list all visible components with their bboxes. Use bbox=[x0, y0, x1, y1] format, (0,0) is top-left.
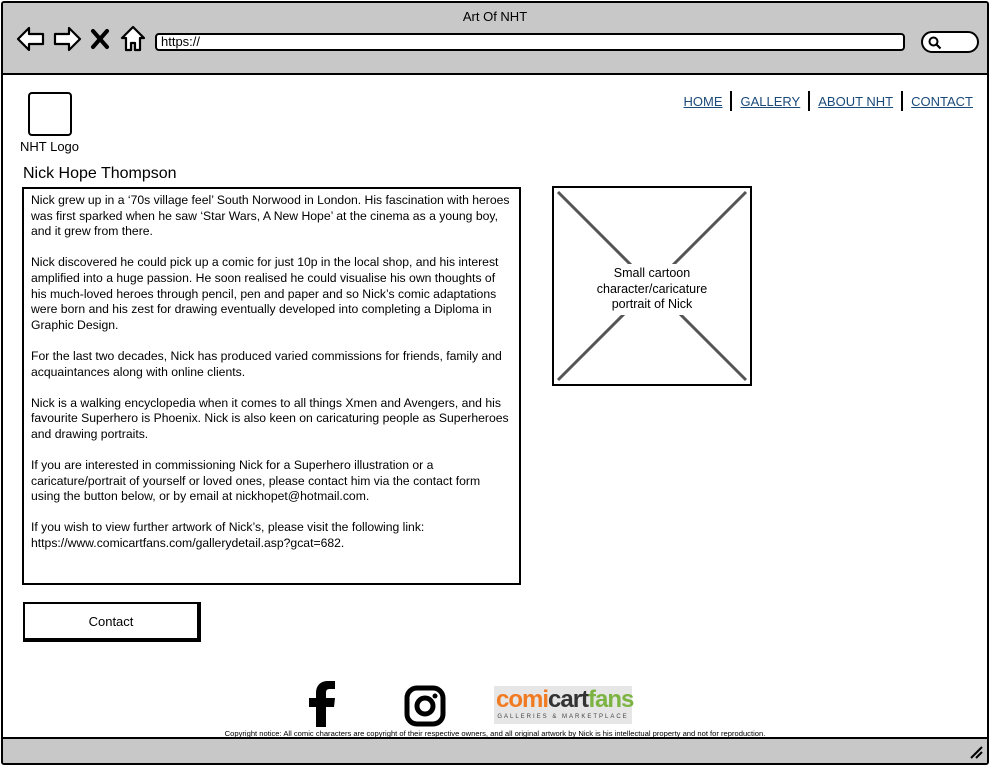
address-bar[interactable]: https:// bbox=[155, 33, 905, 51]
contact-button[interactable]: Contact bbox=[23, 602, 201, 642]
forward-icon[interactable] bbox=[51, 23, 83, 55]
search-box[interactable] bbox=[921, 31, 979, 53]
bio-text-panel: Nick grew up in a ‘70s village feel’ Sou… bbox=[22, 187, 521, 585]
browser-chrome: Art Of NHT https:// bbox=[3, 3, 987, 75]
bio-paragraph: If you wish to view further artwork of N… bbox=[31, 520, 425, 551]
main-nav: HOME GALLERY ABOUT NHT CONTACT bbox=[675, 91, 981, 111]
close-icon[interactable] bbox=[89, 23, 111, 55]
instagram-icon[interactable] bbox=[404, 685, 446, 732]
portrait-caption: Small cartoon character/caricature portr… bbox=[584, 264, 720, 315]
logo-label: NHT Logo bbox=[20, 139, 80, 154]
home-icon[interactable] bbox=[117, 23, 149, 55]
facebook-icon[interactable] bbox=[305, 681, 339, 732]
nav-contact[interactable]: CONTACT bbox=[903, 94, 981, 109]
browser-window: Art Of NHT https:// NHT Logo HOME GALLER… bbox=[1, 1, 989, 765]
search-icon bbox=[928, 36, 942, 50]
comicartfans-logo[interactable]: comicartfans GALLERIES & MARKETPLACE bbox=[494, 686, 634, 724]
status-bar bbox=[3, 737, 987, 763]
page-title: Nick Hope Thompson bbox=[23, 165, 177, 182]
comicartfans-tagline: GALLERIES & MARKETPLACE bbox=[497, 714, 629, 720]
window-title: Art Of NHT bbox=[462, 9, 528, 24]
bio-paragraph: If you are interested in commissioning N… bbox=[31, 458, 481, 504]
bio-paragraph: Nick grew up in a ‘70s village feel’ Sou… bbox=[31, 193, 510, 239]
comicartfans-wordmark: comicartfans bbox=[496, 686, 634, 713]
nav-about[interactable]: ABOUT NHT bbox=[810, 94, 901, 109]
nav-home[interactable]: HOME bbox=[675, 94, 730, 109]
resize-grip-icon[interactable] bbox=[969, 745, 983, 759]
bio-paragraph: For the last two decades, Nick has produ… bbox=[31, 348, 502, 379]
portrait-image-placeholder: Small cartoon character/caricature portr… bbox=[552, 186, 752, 386]
bio-paragraph: Nick is a walking encyclopedia when it c… bbox=[31, 395, 509, 441]
back-icon[interactable] bbox=[15, 23, 47, 55]
bio-paragraph: Nick discovered he could pick up a comic… bbox=[31, 255, 499, 332]
nav-gallery[interactable]: GALLERY bbox=[732, 94, 808, 109]
site-logo[interactable] bbox=[28, 92, 72, 136]
